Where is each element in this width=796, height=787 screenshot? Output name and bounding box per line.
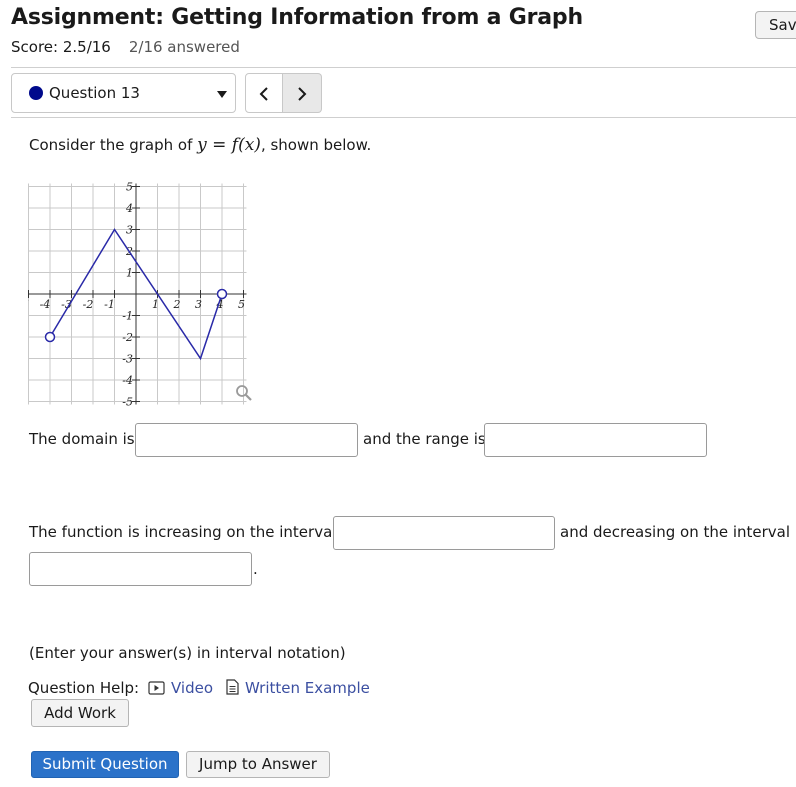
function-graph[interactable]: -5-4-3-2-11234554321-1-2-3-4-5 (28, 176, 260, 406)
x-tick-label: -1 (104, 298, 115, 311)
divider (11, 117, 796, 118)
y-tick-label: -1 (122, 310, 133, 323)
prompt-text: Consider the graph of (29, 136, 198, 154)
next-question-button[interactable] (283, 73, 322, 113)
x-tick-label: 1 (152, 298, 159, 311)
score-line: Score: 2.5/16 2/16 answered (11, 38, 240, 56)
decreasing-label: and decreasing on the interval (560, 523, 791, 541)
jump-to-answer-button[interactable]: Jump to Answer (186, 751, 330, 778)
range-label: and the range is (363, 430, 486, 448)
written-example-link[interactable]: Written Example (226, 679, 370, 697)
video-link[interactable]: Video (148, 679, 213, 697)
increasing-answer-input[interactable] (333, 516, 555, 550)
interval-notation-note: (Enter your answer(s) in interval notati… (29, 644, 346, 662)
document-icon (226, 679, 239, 695)
prompt-math: y = f(x) (197, 135, 261, 155)
domain-label: The domain is (29, 430, 135, 448)
axes (28, 183, 247, 405)
chevron-left-icon (259, 87, 268, 101)
video-icon (148, 681, 165, 695)
range-answer-input[interactable] (484, 423, 707, 457)
increasing-label: The function is increasing on the interv… (29, 523, 337, 541)
domain-answer-input[interactable] (135, 423, 358, 457)
x-tick-label: 3 (195, 298, 202, 311)
answered-count: 2/16 answered (128, 38, 240, 56)
page-title: Assignment: Getting Information from a G… (11, 5, 583, 30)
y-tick-label: 4 (125, 202, 133, 215)
written-example-label: Written Example (245, 679, 370, 697)
sentence-period: . (253, 560, 258, 578)
open-endpoint (44, 331, 56, 343)
prompt-text-end: , shown below. (260, 136, 372, 154)
previous-question-button[interactable] (245, 73, 283, 113)
x-tick-label: 2 (173, 298, 181, 311)
x-tick-label: -5 (28, 298, 29, 311)
decreasing-answer-input[interactable] (29, 552, 252, 586)
y-tick-label: -5 (122, 396, 133, 407)
chevron-right-icon (298, 87, 307, 101)
y-tick-label: 1 (126, 267, 133, 280)
divider (11, 67, 796, 68)
y-tick-label: 3 (126, 224, 133, 237)
save-button[interactable]: Save (755, 11, 796, 39)
x-tick-label: 5 (238, 298, 245, 311)
submit-question-button[interactable]: Submit Question (31, 751, 179, 778)
y-tick-label: 5 (126, 181, 133, 194)
x-tick-label: -2 (83, 298, 94, 311)
question-select-label: Question 13 (49, 84, 140, 102)
y-tick-label: -3 (122, 353, 133, 366)
y-tick-label: -2 (122, 331, 133, 344)
question-help-label: Question Help: (28, 679, 140, 697)
y-tick-label: -4 (122, 374, 133, 387)
x-tick-label: -4 (40, 298, 51, 311)
add-work-button[interactable]: Add Work (31, 699, 129, 727)
question-status-dot (29, 86, 43, 100)
score-text: Score: 2.5/16 (11, 38, 111, 56)
open-endpoint (216, 288, 228, 300)
question-select[interactable]: Question 13 (11, 73, 236, 113)
video-link-label: Video (171, 679, 214, 697)
question-prompt: Consider the graph of y = f(x), shown be… (29, 135, 371, 155)
caret-down-icon (217, 91, 227, 98)
